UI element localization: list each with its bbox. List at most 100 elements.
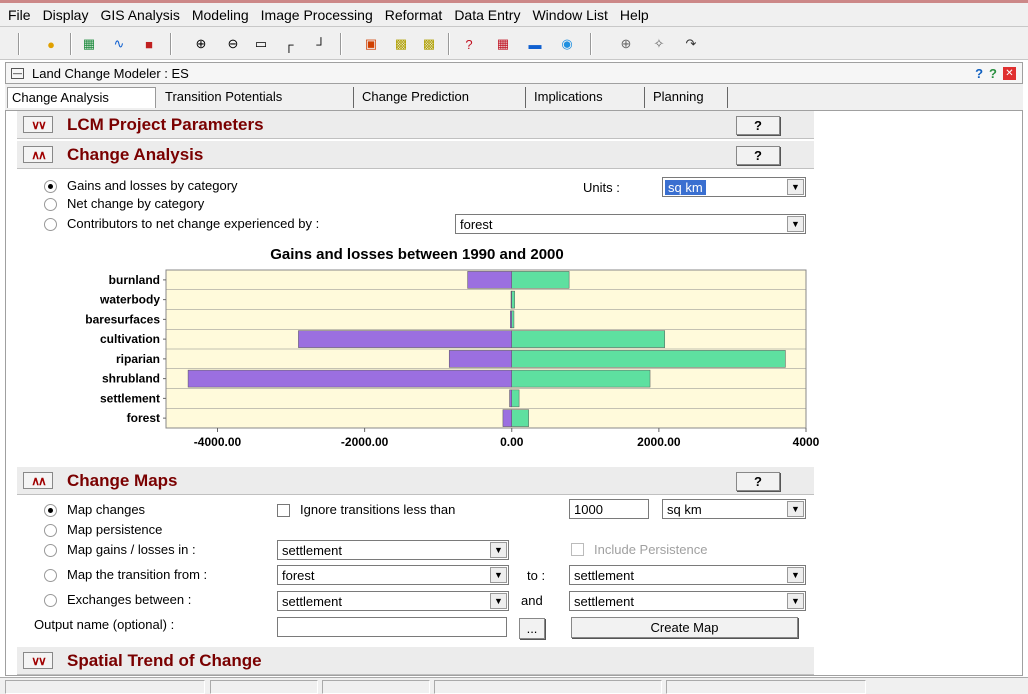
chevron-down-icon[interactable]: ▼ [787, 179, 804, 195]
help-button[interactable]: ? [736, 146, 780, 165]
composite-icon[interactable]: ▦ [78, 34, 100, 54]
collapse-icon[interactable]: ∧∧ [23, 146, 53, 163]
gains-losses-select[interactable]: settlement ▼ [277, 540, 509, 560]
menu-image-processing[interactable]: Image Processing [261, 7, 373, 23]
menu-window-list[interactable]: Window List [532, 7, 607, 23]
menu-modeling[interactable]: Modeling [192, 7, 249, 23]
pan-left-icon[interactable]: ┌ [278, 34, 300, 54]
expand-icon[interactable]: ∨∨ [23, 652, 53, 669]
menu-data-entry[interactable]: Data Entry [454, 7, 520, 23]
close-icon[interactable]: ✕ [1003, 66, 1016, 80]
section-header-project[interactable]: ∨∨ LCM Project Parameters ? [17, 111, 814, 139]
radio-exchanges[interactable] [44, 594, 57, 607]
radio-net-change[interactable] [44, 198, 57, 211]
bar [511, 271, 570, 289]
grid-icon[interactable]: ▣ [360, 34, 382, 54]
bar [502, 409, 512, 427]
toolbar: ● ▦ ∿ ■ ⊕ ⊖ ▭ ┌ ┘ ▣ ▩ ▩ ? ▦ ▬ ◉ ⊕ ✧ ↷ [0, 26, 1028, 60]
tab-implications[interactable]: Implications [530, 87, 645, 108]
layer-icon[interactable]: ■ [138, 34, 160, 54]
context-help-icon[interactable]: ? [989, 66, 997, 81]
expand-icon[interactable]: ∨∨ [23, 116, 53, 133]
section-header-change-analysis[interactable]: ∧∧ Change Analysis ? [17, 141, 814, 169]
chevron-down-icon[interactable]: ▼ [787, 567, 804, 583]
menu-file[interactable]: File [8, 7, 31, 23]
hierarchy-icon[interactable]: ▩ [418, 34, 440, 54]
ignore-threshold-input[interactable]: 1000 [569, 499, 649, 519]
export-icon[interactable]: ↷ [680, 34, 702, 54]
menu-reformat[interactable]: Reformat [385, 7, 443, 23]
section-header-spatial-trend[interactable]: ∨∨ Spatial Trend of Change [17, 647, 814, 675]
menu-bar: File Display GIS Analysis Modeling Image… [0, 0, 1028, 26]
chevron-down-icon[interactable]: ▼ [490, 542, 507, 558]
tab-planning[interactable]: Planning [649, 87, 728, 108]
status-cell [5, 680, 205, 694]
units-select[interactable]: sq km ▼ [662, 177, 806, 197]
status-cell [322, 680, 430, 694]
collapse-icon[interactable]: ∧∧ [23, 472, 53, 489]
radio-net-change-label: Net change by category [67, 196, 205, 211]
output-name-input[interactable] [277, 617, 507, 637]
table-icon[interactable]: ▦ [492, 34, 514, 54]
output-name-label: Output name (optional) : [34, 617, 175, 632]
toolbar-separator [18, 33, 20, 55]
tools-icon[interactable]: ✧ [648, 34, 670, 54]
chevron-down-icon[interactable]: ▼ [787, 593, 804, 609]
exchange-b-select[interactable]: settlement ▼ [569, 591, 806, 611]
ruler-icon[interactable]: ▬ [524, 34, 546, 54]
tab-strip: Change Analysis Transition Potentials Ch… [5, 84, 1023, 110]
menu-gis-analysis[interactable]: GIS Analysis [100, 7, 179, 23]
query-icon[interactable]: ? [458, 34, 480, 54]
network-icon[interactable]: ▩ [390, 34, 412, 54]
minimize-icon[interactable]: — [11, 67, 24, 79]
status-cell [666, 680, 866, 694]
crosshair-icon[interactable]: ⊕ [615, 34, 637, 54]
vector-icon[interactable]: ∿ [108, 34, 130, 54]
open-project-icon[interactable]: ● [40, 34, 62, 54]
include-persistence-label: Include Persistence [594, 542, 708, 557]
chevron-down-icon[interactable]: ▼ [490, 567, 507, 583]
contributors-select[interactable]: forest ▼ [455, 214, 806, 234]
contributors-value: forest [460, 217, 493, 232]
help-button[interactable]: ? [736, 472, 780, 491]
zoom-out-icon[interactable]: ⊖ [222, 34, 244, 54]
radio-gains-losses[interactable] [44, 180, 57, 193]
menu-help[interactable]: Help [620, 7, 649, 23]
transition-from-select[interactable]: forest ▼ [277, 565, 509, 585]
section-header-change-maps[interactable]: ∧∧ Change Maps ? [17, 467, 814, 495]
y-tick-label: forest [127, 411, 160, 425]
chevron-down-icon[interactable]: ▼ [787, 216, 804, 232]
chevron-down-icon[interactable]: ▼ [490, 593, 507, 609]
radio-map-gains-losses-label: Map gains / losses in : [67, 542, 196, 557]
tab-change-prediction[interactable]: Change Prediction [358, 87, 526, 108]
create-map-button[interactable]: Create Map [571, 617, 798, 638]
and-label: and [521, 593, 543, 608]
help-button[interactable]: ? [736, 116, 780, 135]
radio-map-persistence[interactable] [44, 524, 57, 537]
transition-to-select[interactable]: settlement ▼ [569, 565, 806, 585]
ignore-units-select[interactable]: sq km ▼ [662, 499, 806, 519]
help-icon[interactable]: ? [975, 66, 983, 81]
bar [511, 330, 666, 348]
toolbar-separator [448, 33, 450, 55]
radio-map-gains-losses[interactable] [44, 544, 57, 557]
radio-contributors[interactable] [44, 218, 57, 231]
ignore-transitions-checkbox[interactable] [277, 504, 290, 517]
zoom-window-icon[interactable]: ▭ [250, 34, 272, 54]
chevron-down-icon[interactable]: ▼ [787, 501, 804, 517]
browse-button[interactable]: ... [519, 618, 545, 639]
y-tick-label: settlement [100, 391, 160, 405]
radio-map-transition[interactable] [44, 569, 57, 582]
zoom-in-icon[interactable]: ⊕ [190, 34, 212, 54]
menu-display[interactable]: Display [43, 7, 89, 23]
pan-right-icon[interactable]: ┘ [310, 34, 332, 54]
radio-map-changes-label: Map changes [67, 502, 146, 517]
include-persistence-checkbox[interactable] [571, 543, 584, 556]
tab-transition-potentials[interactable]: Transition Potentials [161, 87, 354, 108]
radio-map-changes[interactable] [44, 504, 57, 517]
tab-change-analysis[interactable]: Change Analysis [7, 87, 156, 108]
x-tick-label: 0.00 [500, 435, 524, 449]
exchange-a-select[interactable]: settlement ▼ [277, 591, 509, 611]
globe-icon[interactable]: ◉ [556, 34, 578, 54]
toolbar-separator [70, 33, 72, 55]
